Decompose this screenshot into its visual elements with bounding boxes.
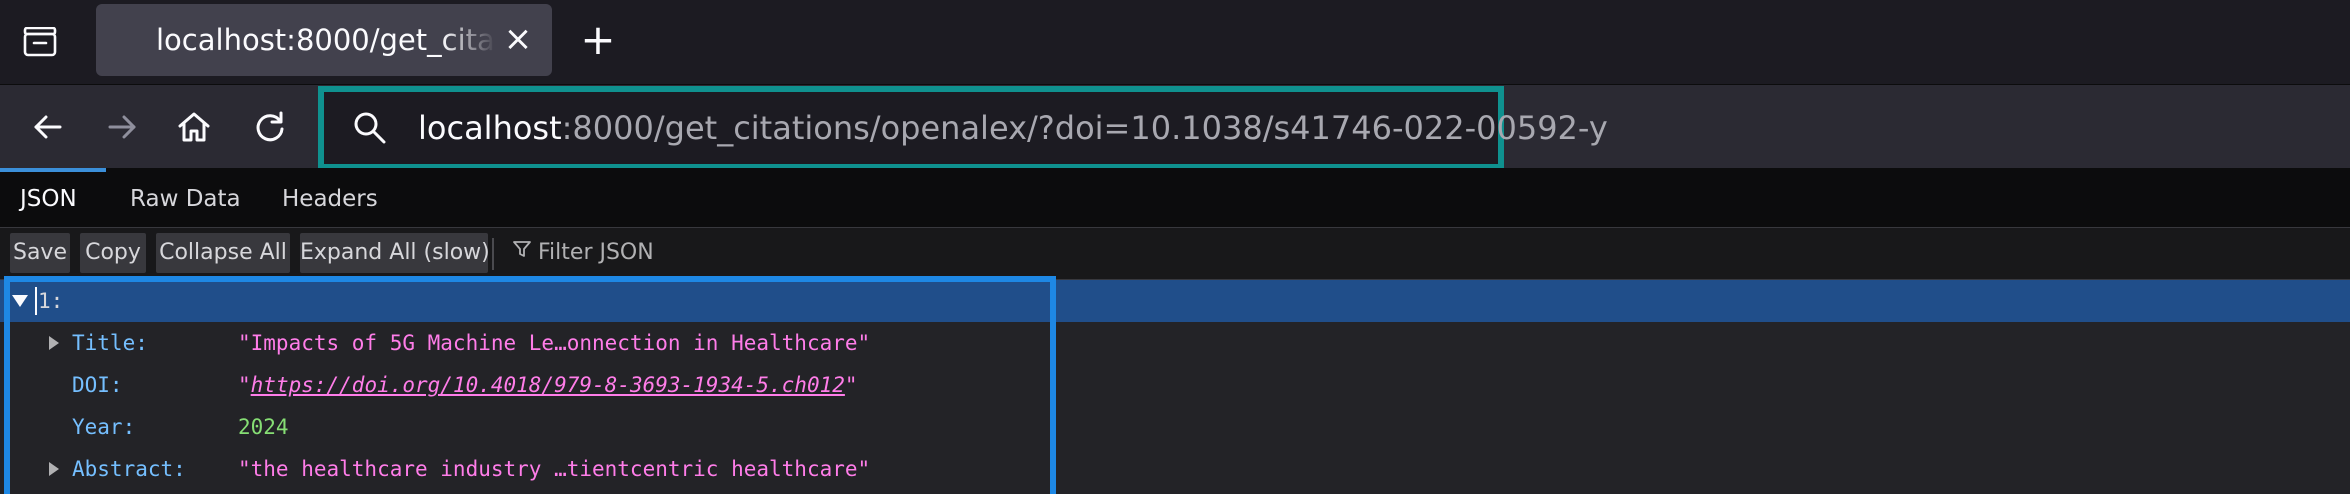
url-bar[interactable]: localhost:8000/get_citations/openalex/?d… bbox=[318, 86, 1608, 170]
tree-row-doi[interactable]: DOI: "https://doi.org/10.4018/979-8-3693… bbox=[0, 364, 2350, 406]
tree-row-title[interactable]: Title: "Impacts of 5G Machine Le…onnecti… bbox=[0, 322, 2350, 364]
json-tree: 1: Title: "Impacts of 5G Machine Le…onne… bbox=[0, 280, 2350, 494]
tree-row-year[interactable]: Year: 2024 bbox=[0, 406, 2350, 448]
tree-value: "https://doi.org/10.4018/979-8-3693-1934… bbox=[238, 364, 858, 406]
copy-button[interactable]: Copy bbox=[80, 233, 146, 273]
tab-overview-icon[interactable] bbox=[16, 18, 64, 66]
new-tab-button[interactable]: + bbox=[578, 19, 618, 61]
tree-value: "Impacts of 5G Machine Le…onnection in H… bbox=[238, 331, 871, 355]
tab-json[interactable]: JSON bbox=[20, 168, 77, 228]
json-viewer-tabs: JSON Raw Data Headers bbox=[0, 168, 2350, 228]
tree-key: Title: bbox=[72, 331, 148, 355]
tab-strip: localhost:8000/get_citations/openalex/?d… bbox=[0, 0, 2350, 84]
tab-title: localhost:8000/get_citations/openalex/?d… bbox=[156, 23, 496, 57]
browser-tab[interactable]: localhost:8000/get_citations/openalex/?d… bbox=[96, 4, 552, 76]
home-icon[interactable] bbox=[172, 105, 216, 149]
expanded-arrow-icon[interactable] bbox=[12, 280, 28, 322]
tree-row-root[interactable]: 1: bbox=[0, 280, 2350, 322]
collapsed-arrow-icon[interactable] bbox=[46, 322, 62, 364]
expand-all-button[interactable]: Expand All (slow) bbox=[300, 233, 490, 273]
save-button[interactable]: Save bbox=[10, 233, 70, 273]
tree-key: DOI: bbox=[72, 373, 123, 397]
collapsed-arrow-icon[interactable] bbox=[46, 448, 62, 490]
quote-close: " bbox=[844, 373, 858, 397]
quote-open: " bbox=[238, 373, 251, 397]
filter-json-input[interactable]: Filter JSON bbox=[512, 233, 654, 273]
json-toolbar: Save Copy Collapse All Expand All (slow)… bbox=[0, 228, 2350, 280]
search-icon bbox=[352, 110, 388, 146]
collapse-all-button[interactable]: Collapse All bbox=[156, 233, 290, 273]
doi-link[interactable]: https://doi.org/10.4018/979-8-3693-1934-… bbox=[251, 373, 845, 397]
tab-headers[interactable]: Headers bbox=[282, 168, 378, 228]
filter-icon bbox=[512, 233, 532, 273]
tab-close-button[interactable]: × bbox=[500, 22, 536, 58]
forward-icon[interactable] bbox=[100, 105, 144, 149]
tree-key: 1: bbox=[38, 289, 64, 313]
filter-placeholder: Filter JSON bbox=[538, 240, 654, 265]
url-host: localhost bbox=[418, 109, 562, 147]
reload-icon[interactable] bbox=[248, 105, 292, 149]
tree-value: "the healthcare industry …tientcentric h… bbox=[238, 457, 871, 481]
back-icon[interactable] bbox=[26, 105, 70, 149]
url-text[interactable]: localhost:8000/get_citations/openalex/?d… bbox=[418, 106, 1608, 150]
tab-raw-data[interactable]: Raw Data bbox=[130, 168, 241, 228]
tree-key: Abstract: bbox=[72, 457, 186, 481]
tree-value: 2024 bbox=[238, 415, 289, 439]
tree-row-abstract[interactable]: Abstract: "the healthcare industry …tien… bbox=[0, 448, 2350, 490]
tree-key: Year: bbox=[72, 415, 136, 439]
caret bbox=[35, 287, 37, 315]
url-path: :8000/get_citations/openalex/?doi=10.103… bbox=[561, 109, 1608, 147]
toolbar-divider bbox=[492, 238, 494, 270]
